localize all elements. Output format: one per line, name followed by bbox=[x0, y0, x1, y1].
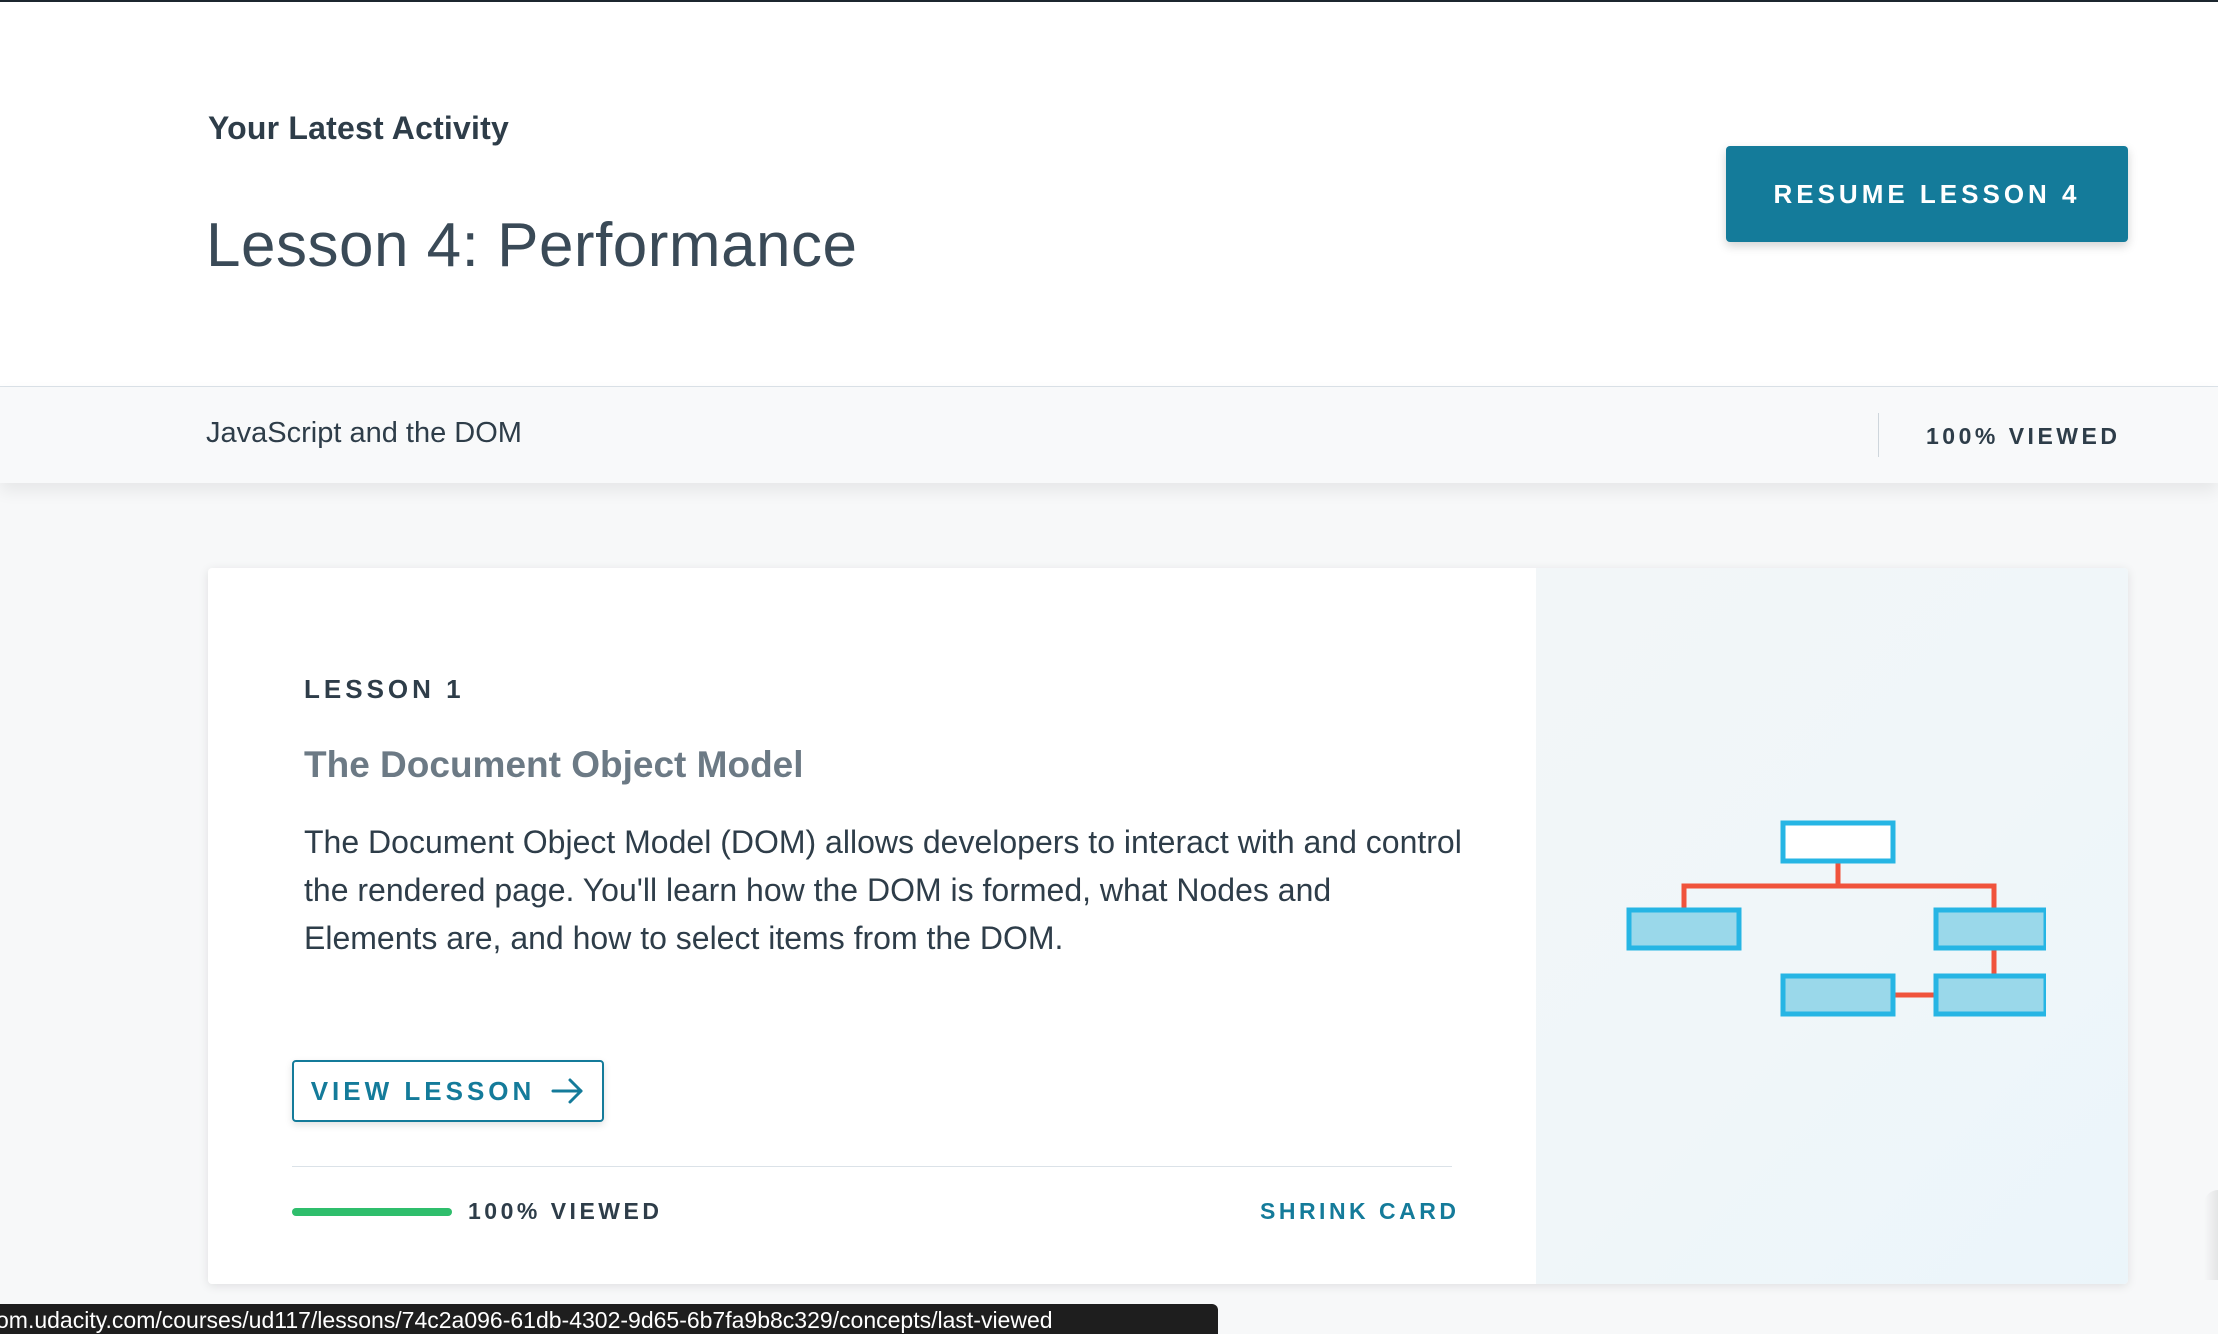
lesson-progress-bar bbox=[292, 1208, 452, 1216]
course-subbar: JavaScript and the DOM 100% VIEWED bbox=[0, 387, 2218, 483]
latest-lesson-title: Lesson 4: Performance bbox=[206, 211, 858, 280]
card-divider bbox=[292, 1166, 1452, 1167]
lesson-card: LESSON 1 The Document Object Model The D… bbox=[208, 568, 2128, 1284]
course-viewed-status: 100% VIEWED bbox=[1926, 423, 2121, 449]
view-lesson-button[interactable]: VIEW LESSON bbox=[292, 1060, 604, 1122]
arrow-right-icon bbox=[551, 1077, 585, 1105]
lesson-image-panel bbox=[1536, 568, 2128, 1284]
view-lesson-label: VIEW LESSON bbox=[310, 1075, 536, 1106]
lesson-title: The Document Object Model bbox=[304, 744, 804, 785]
resume-lesson-button[interactable]: RESUME LESSON 4 bbox=[1726, 146, 2128, 242]
edge-shadow bbox=[2204, 1190, 2218, 1280]
lesson-progress-fill bbox=[292, 1208, 452, 1216]
link-preview-status-bar: om.udacity.com/courses/ud117/lessons/74c… bbox=[0, 1304, 1218, 1334]
lesson-number: LESSON 1 bbox=[304, 674, 465, 704]
latest-activity-label: Your Latest Activity bbox=[208, 110, 509, 146]
shrink-card-link[interactable]: SHRINK CARD bbox=[1260, 1198, 1460, 1225]
lesson-viewed-status: 100% VIEWED bbox=[468, 1198, 663, 1224]
subbar-divider bbox=[1878, 413, 1879, 457]
lesson-description: The Document Object Model (DOM) allows d… bbox=[304, 824, 1462, 956]
latest-activity-header: Your Latest Activity Lesson 4: Performan… bbox=[0, 2, 2218, 387]
dom-tree-diagram-icon bbox=[1626, 818, 2049, 1053]
course-name: JavaScript and the DOM bbox=[206, 417, 522, 449]
